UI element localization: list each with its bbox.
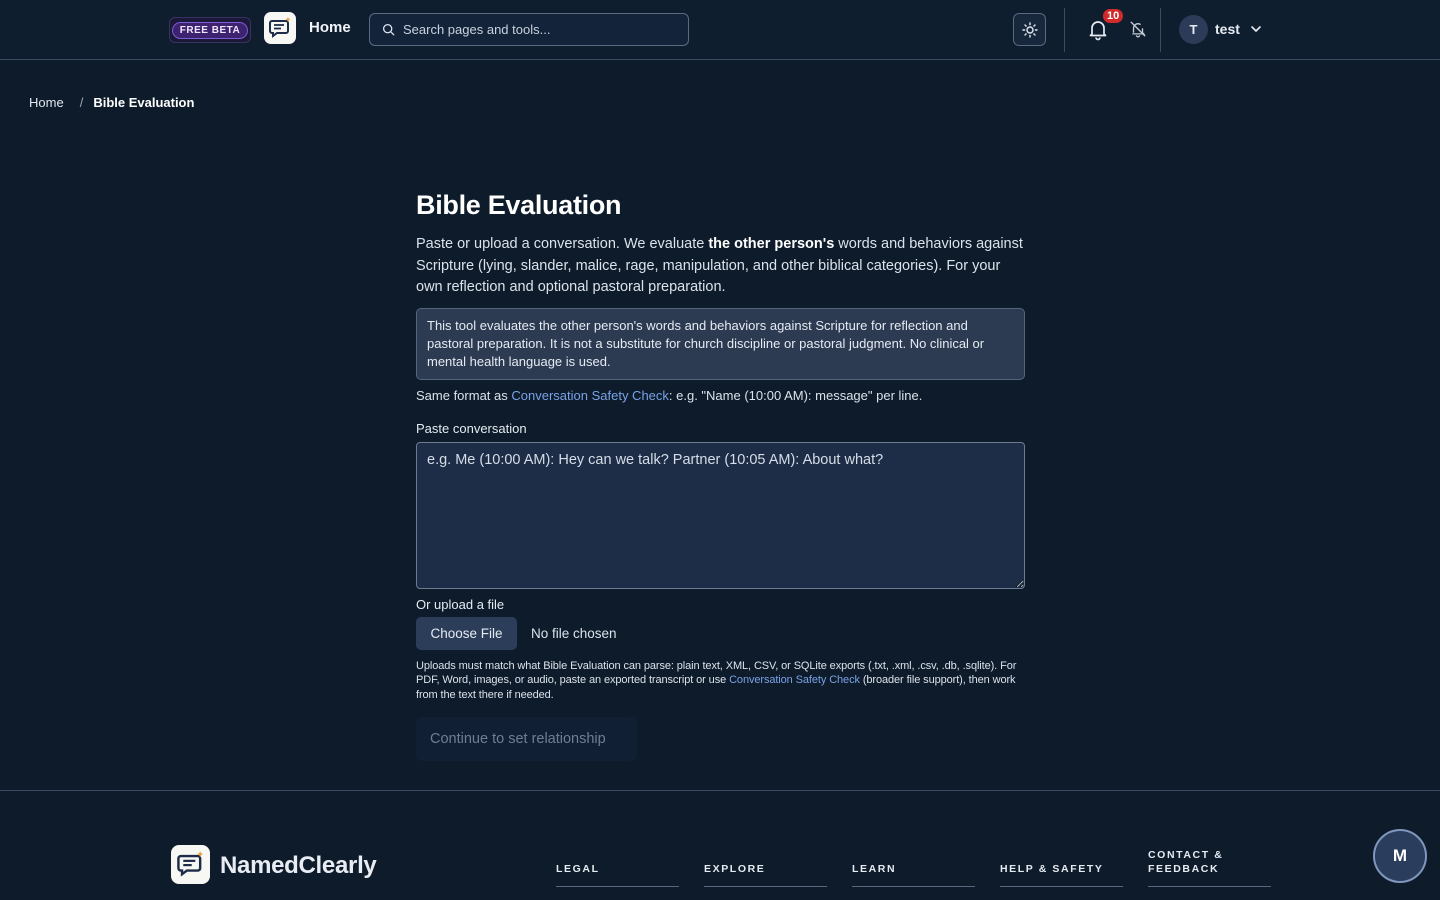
- page-title: Bible Evaluation: [416, 190, 622, 220]
- user-name[interactable]: test: [1215, 21, 1240, 37]
- floating-assistant-button[interactable]: M: [1373, 829, 1427, 883]
- conversation-safety-check-link[interactable]: Conversation Safety Check: [729, 674, 860, 686]
- top-navigation-bar: FREE BETA Home 10: [0, 0, 1440, 60]
- search-input[interactable]: [403, 22, 683, 37]
- format-hint: Same format as Conversation Safety Check…: [416, 388, 1025, 403]
- breadcrumb-home-link[interactable]: Home: [29, 95, 64, 110]
- conversation-textarea[interactable]: [416, 441, 1025, 589]
- footer-brand[interactable]: NamedClearly: [220, 852, 377, 880]
- app-logo-icon[interactable]: [264, 12, 296, 44]
- theme-toggle-button[interactable]: [1013, 13, 1046, 46]
- format-hint-text: Same format as: [416, 387, 512, 403]
- search-icon: [382, 23, 395, 36]
- format-hint-text: : e.g. "Name (10:00 AM): message" per li…: [668, 387, 923, 403]
- home-nav-link[interactable]: Home: [309, 19, 351, 36]
- user-avatar[interactable]: T: [1179, 15, 1208, 44]
- choose-file-button[interactable]: Choose File: [416, 616, 517, 650]
- notification-count-badge: 10: [1101, 7, 1126, 25]
- header-divider: [1064, 8, 1065, 52]
- mute-notifications-icon[interactable]: [1129, 20, 1147, 38]
- search-box[interactable]: [369, 13, 689, 46]
- file-input: Choose File No file chosen: [416, 616, 1025, 650]
- continue-button[interactable]: Continue to set relationship: [416, 717, 637, 761]
- breadcrumb-separator: /: [79, 95, 84, 110]
- footer-column-heading: HELP & SAFETY: [1000, 863, 1104, 875]
- free-beta-badge: FREE BETA: [169, 17, 251, 43]
- chevron-down-icon[interactable]: [1250, 23, 1262, 35]
- conversation-safety-check-link[interactable]: Conversation Safety Check: [511, 388, 669, 403]
- breadcrumb-current: Bible Evaluation: [93, 95, 195, 110]
- footer-column-contact-feedback[interactable]: CONTACT & FEEDBACK: [1148, 791, 1271, 887]
- breadcrumb: Home / Bible Evaluation: [29, 95, 194, 110]
- footer-column-heading: LEGAL: [556, 863, 600, 875]
- header-divider: [1160, 8, 1161, 52]
- footer-logo-icon[interactable]: [171, 845, 210, 884]
- site-footer: NamedClearly LEGAL EXPLORE LEARN HELP & …: [0, 790, 1440, 900]
- footer-column-learn[interactable]: LEARN: [852, 791, 975, 887]
- footer-column-heading: CONTACT & FEEDBACK: [1148, 849, 1224, 875]
- footer-column-heading: LEARN: [852, 863, 897, 875]
- footer-column-legal[interactable]: LEGAL: [556, 791, 679, 887]
- footer-column-help-safety[interactable]: HELP & SAFETY: [1000, 791, 1123, 887]
- upload-help-text: Uploads must match what Bible Evaluation…: [416, 659, 1025, 703]
- intro-emphasis: the other person's: [708, 236, 835, 252]
- main-content: Bible Evaluation Paste or upload a conve…: [416, 190, 1025, 761]
- intro-text: Paste or upload a conversation. We evalu…: [416, 236, 709, 252]
- page-intro: Paste or upload a conversation. We evalu…: [416, 234, 1025, 299]
- free-beta-label: FREE BETA: [171, 21, 249, 39]
- upload-file-label: Or upload a file: [416, 596, 505, 612]
- footer-column-heading: EXPLORE: [704, 863, 766, 875]
- file-status: No file chosen: [531, 625, 617, 641]
- conversation-form: Paste conversation Or upload a file Choo…: [416, 420, 1025, 761]
- footer-column-explore[interactable]: EXPLORE: [704, 791, 827, 887]
- sun-icon: [1021, 21, 1038, 38]
- disclaimer-notice: This tool evaluates the other person's w…: [416, 307, 1025, 380]
- paste-conversation-label: Paste conversation: [416, 420, 527, 436]
